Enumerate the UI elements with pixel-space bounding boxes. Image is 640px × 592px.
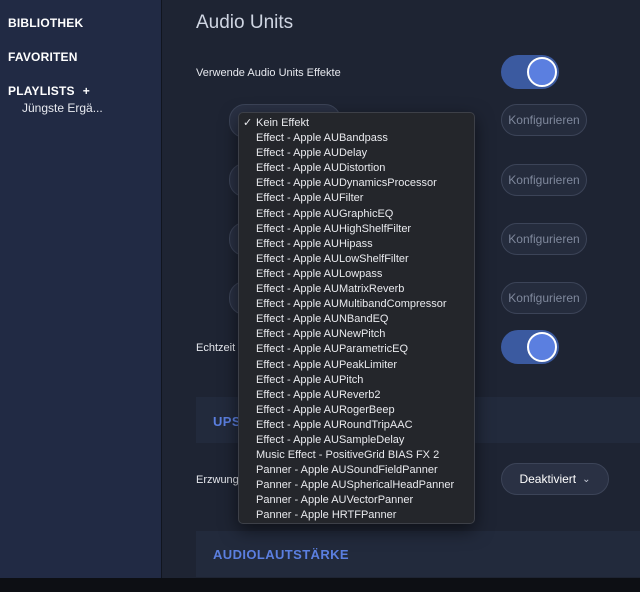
upsampling-select-value: Deaktiviert — [519, 472, 577, 486]
menu-item-label: Effect - Apple AUFilter — [256, 192, 364, 205]
menu-item-label: Panner - Apple AUSoundFieldPanner — [256, 464, 438, 477]
menu-item[interactable]: Effect - Apple AURogerBeep — [239, 403, 474, 418]
menu-item[interactable]: Effect - Apple AUNewPitch — [239, 327, 474, 342]
menu-item[interactable]: Panner - Apple AUSphericalHeadPanner — [239, 478, 474, 493]
menu-item[interactable]: Effect - Apple AUDynamicsProcessor — [239, 176, 474, 191]
menu-item-label: Effect - Apple AUNBandEQ — [256, 313, 389, 326]
menu-item[interactable]: Panner - Apple AUSoundFieldPanner — [239, 463, 474, 478]
toggle-knob — [527, 332, 557, 362]
sidebar-library[interactable]: BIBLIOTHEK — [8, 16, 83, 30]
menu-item-label: Effect - Apple AUDistortion — [256, 162, 386, 175]
menu-item[interactable]: Effect - Apple AULowpass — [239, 267, 474, 282]
menu-item-label: Effect - Apple AULowShelfFilter — [256, 252, 409, 265]
configure-button-1[interactable]: Konfigurieren — [501, 104, 587, 136]
menu-item-label: Effect - Apple AUParametricEQ — [256, 343, 409, 356]
menu-item[interactable]: Effect - Apple AURoundTripAAC — [239, 418, 474, 433]
upsampling-section-title: UPS — [213, 414, 241, 429]
sidebar-playlists-label[interactable]: PLAYLISTS — [8, 84, 75, 98]
menu-item-label: Effect - Apple AUNewPitch — [256, 328, 386, 341]
bottom-bar — [0, 578, 640, 592]
checkmark-icon: ✓ — [243, 117, 253, 129]
menu-item[interactable]: Effect - Apple AUPeakLimiter — [239, 358, 474, 373]
menu-item[interactable]: Effect - Apple AUMultibandCompressor — [239, 297, 474, 312]
menu-item-label: Effect - Apple AUGraphicEQ — [256, 207, 394, 220]
chevron-down-icon: ⌄ — [582, 473, 591, 485]
menu-item[interactable]: Effect - Apple AUDelay — [239, 146, 474, 161]
configure-button-3[interactable]: Konfigurieren — [501, 223, 587, 255]
menu-item-label: Effect - Apple AUSampleDelay — [256, 433, 405, 446]
menu-item-label: Effect - Apple AUDynamicsProcessor — [256, 177, 437, 190]
menu-item[interactable]: Effect - Apple AUFilter — [239, 191, 474, 206]
menu-item-label: Effect - Apple AUMultibandCompressor — [256, 298, 447, 311]
menu-item-label: Effect - Apple AUDelay — [256, 147, 368, 160]
menu-item[interactable]: Effect - Apple AUPitch — [239, 373, 474, 388]
realtime-label: Echtzeit — [196, 342, 236, 354]
sidebar-item-playlist[interactable]: Jüngste Ergä... — [22, 101, 152, 115]
upsampling-select[interactable]: Deaktiviert ⌄ — [501, 463, 609, 495]
menu-item-label: Effect - Apple AUHighShelfFilter — [256, 222, 412, 235]
menu-item-label: Effect - Apple AUMatrixReverb — [256, 283, 405, 296]
menu-item[interactable]: Effect - Apple AUBandpass — [239, 131, 474, 146]
menu-item-label: Music Effect - PositiveGrid BIAS FX 2 — [256, 449, 440, 462]
menu-item-label: Effect - Apple AULowpass — [256, 267, 383, 280]
menu-item-label: Panner - Apple HRTFPanner — [256, 509, 397, 522]
menu-item-label: Effect - Apple AUHipass — [256, 237, 373, 250]
page-title: Audio Units — [196, 12, 294, 33]
volume-section-title: AUDIOLAUTSTÄRKE — [213, 547, 349, 562]
menu-item-label: Effect - Apple AUReverb2 — [256, 388, 381, 401]
toggle-knob — [527, 57, 557, 87]
configure-button-4[interactable]: Konfigurieren — [501, 282, 587, 314]
force-label: Erzwung — [196, 474, 239, 486]
menu-item[interactable]: Effect - Apple AUDistortion — [239, 161, 474, 176]
effect-dropdown-menu: ✓ Kein Effekt Effect - Apple AUBandpass Eff… — [238, 112, 475, 524]
configure-button-2[interactable]: Konfigurieren — [501, 164, 587, 196]
menu-item[interactable]: Effect - Apple AUGraphicEQ — [239, 207, 474, 222]
use-au-effects-toggle[interactable] — [501, 55, 559, 89]
menu-item[interactable]: Music Effect - PositiveGrid BIAS FX 2 — [239, 448, 474, 463]
realtime-toggle[interactable] — [501, 330, 559, 364]
use-au-effects-label: Verwende Audio Units Effekte — [196, 67, 341, 79]
menu-item-label: Effect - Apple AUPitch — [256, 373, 364, 386]
sidebar-playlists: PLAYLISTS + — [8, 84, 90, 98]
menu-item-label: Panner - Apple AUVectorPanner — [256, 494, 414, 507]
sidebar: BIBLIOTHEK FAVORITEN PLAYLISTS + Jüngste … — [0, 0, 161, 578]
menu-item[interactable]: Effect - Apple AUHighShelfFilter — [239, 222, 474, 237]
menu-item[interactable]: Effect - Apple AUParametricEQ — [239, 342, 474, 357]
menu-item-label: Effect - Apple AURogerBeep — [256, 403, 395, 416]
menu-item[interactable]: ✓ Kein Effekt — [239, 116, 474, 131]
menu-item[interactable]: Panner - Apple HRTFPanner — [239, 508, 474, 523]
menu-item-label: Effect - Apple AURoundTripAAC — [256, 418, 413, 431]
menu-item[interactable]: Effect - Apple AUHipass — [239, 237, 474, 252]
menu-item-label: Kein Effekt — [256, 117, 309, 129]
menu-item[interactable]: Effect - Apple AULowShelfFilter — [239, 252, 474, 267]
menu-item[interactable]: Panner - Apple AUVectorPanner — [239, 493, 474, 508]
menu-item[interactable]: Effect - Apple AUSampleDelay — [239, 433, 474, 448]
menu-item[interactable]: Effect - Apple AUMatrixReverb — [239, 282, 474, 297]
menu-item-label: Panner - Apple AUSphericalHeadPanner — [256, 479, 455, 492]
menu-item-label: Effect - Apple AUBandpass — [256, 132, 388, 145]
menu-item[interactable]: Effect - Apple AUNBandEQ — [239, 312, 474, 327]
add-playlist-button[interactable]: + — [83, 84, 90, 98]
sidebar-favorites[interactable]: FAVORITEN — [8, 50, 78, 64]
menu-item[interactable]: Effect - Apple AUReverb2 — [239, 388, 474, 403]
menu-item-label: Effect - Apple AUPeakLimiter — [256, 358, 398, 371]
